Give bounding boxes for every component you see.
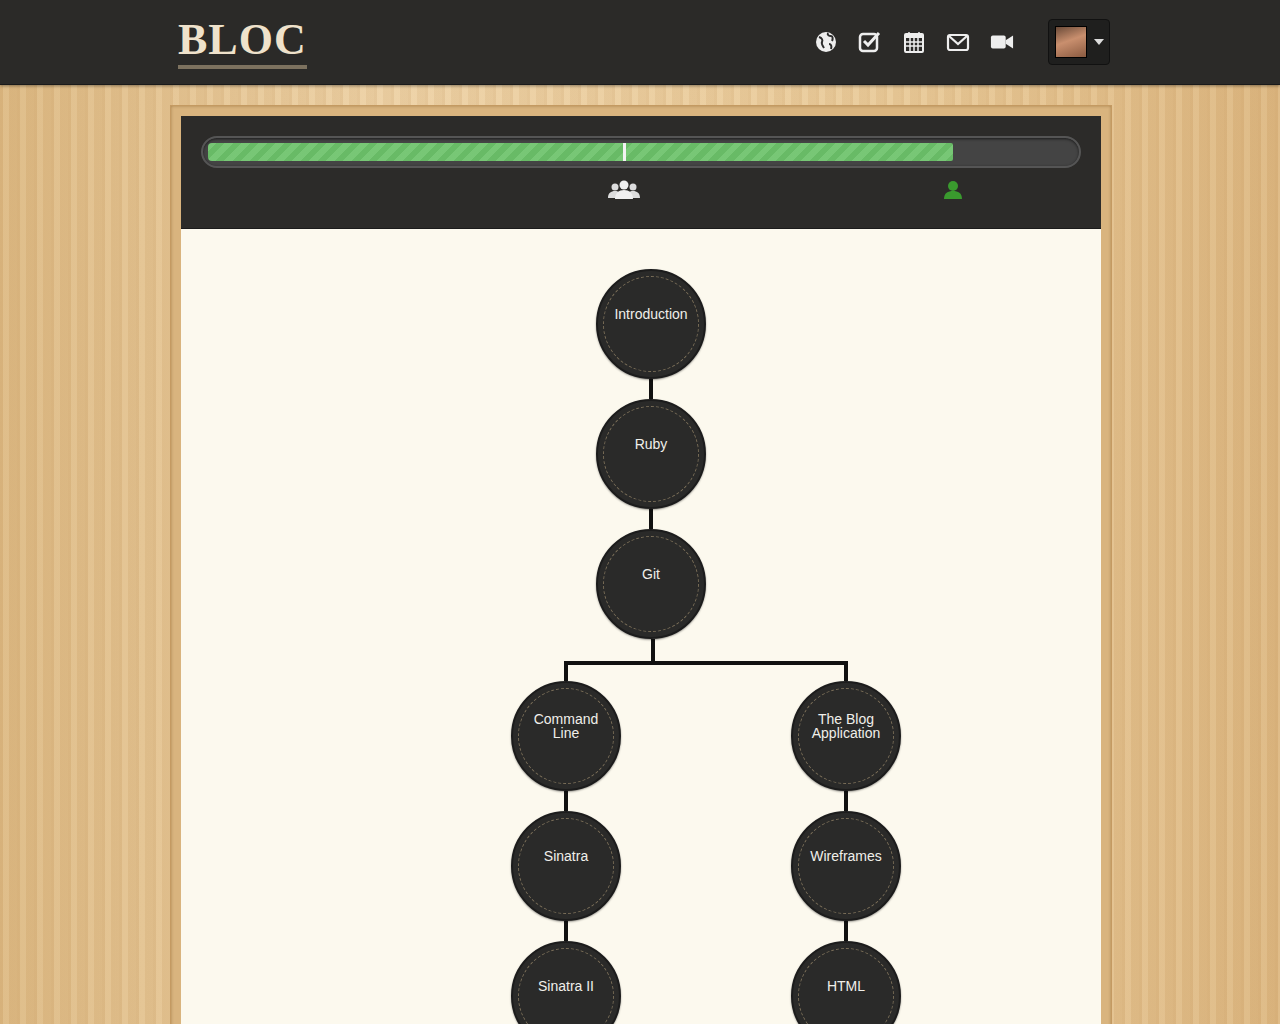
progress-fill [208, 143, 953, 161]
connector-line [649, 379, 653, 399]
roadmap-diagram: Introduction Ruby Git Command Line Sinatra Si… [511, 269, 901, 1024]
envelope-icon[interactable] [946, 30, 970, 54]
caret-down-icon [1094, 39, 1104, 45]
connector-line [649, 509, 653, 529]
roadmap-node[interactable]: The Blog Application [791, 681, 901, 791]
page: BLOC Introduction Ruby Git Command Line Sinat… [0, 0, 1280, 1024]
roadmap-node[interactable]: Introduction [596, 269, 706, 379]
milestone-marker [623, 143, 626, 161]
user-icon[interactable] [943, 180, 963, 200]
avatar-photo [1055, 26, 1087, 58]
group-icon[interactable] [606, 180, 642, 200]
roadmap-node[interactable]: Ruby [596, 399, 706, 509]
roadmap: Introduction Ruby Git Command Line Sinatra Si… [181, 229, 1101, 1024]
roadmap-node[interactable]: Sinatra [511, 811, 621, 921]
roadmap-node[interactable]: Command Line [511, 681, 621, 791]
top-nav: BLOC [0, 0, 1280, 85]
calendar-icon[interactable] [902, 30, 926, 54]
progress-panel [181, 116, 1101, 229]
branch-column: The Blog Application Wireframes HTML [791, 681, 901, 1024]
tasks-check-icon[interactable] [858, 30, 882, 54]
globe-icon[interactable] [814, 30, 838, 54]
branch-column: Command Line Sinatra Sinatra II [511, 681, 621, 1024]
user-menu[interactable] [1048, 19, 1110, 65]
nav-icons [814, 19, 1110, 65]
roadmap-node[interactable]: Git [596, 529, 706, 639]
roadmap-node[interactable]: HTML [791, 941, 901, 1024]
branch-connector [511, 639, 901, 681]
video-camera-icon[interactable] [990, 30, 1014, 54]
marker-row [208, 168, 1074, 208]
branch-columns: Command Line Sinatra Sinatra II The Blog Ap… [511, 681, 901, 1024]
connector-line [844, 921, 848, 941]
trunk-column: Introduction Ruby Git [596, 269, 706, 639]
course-frame: Introduction Ruby Git Command Line Sinatra Si… [170, 105, 1112, 1024]
roadmap-node[interactable]: Sinatra II [511, 941, 621, 1024]
connector-line [844, 791, 848, 811]
connector-line [564, 921, 568, 941]
progress-bar [201, 136, 1081, 168]
roadmap-node[interactable]: Wireframes [791, 811, 901, 921]
logo[interactable]: BLOC [178, 18, 307, 69]
connector-line [564, 791, 568, 811]
